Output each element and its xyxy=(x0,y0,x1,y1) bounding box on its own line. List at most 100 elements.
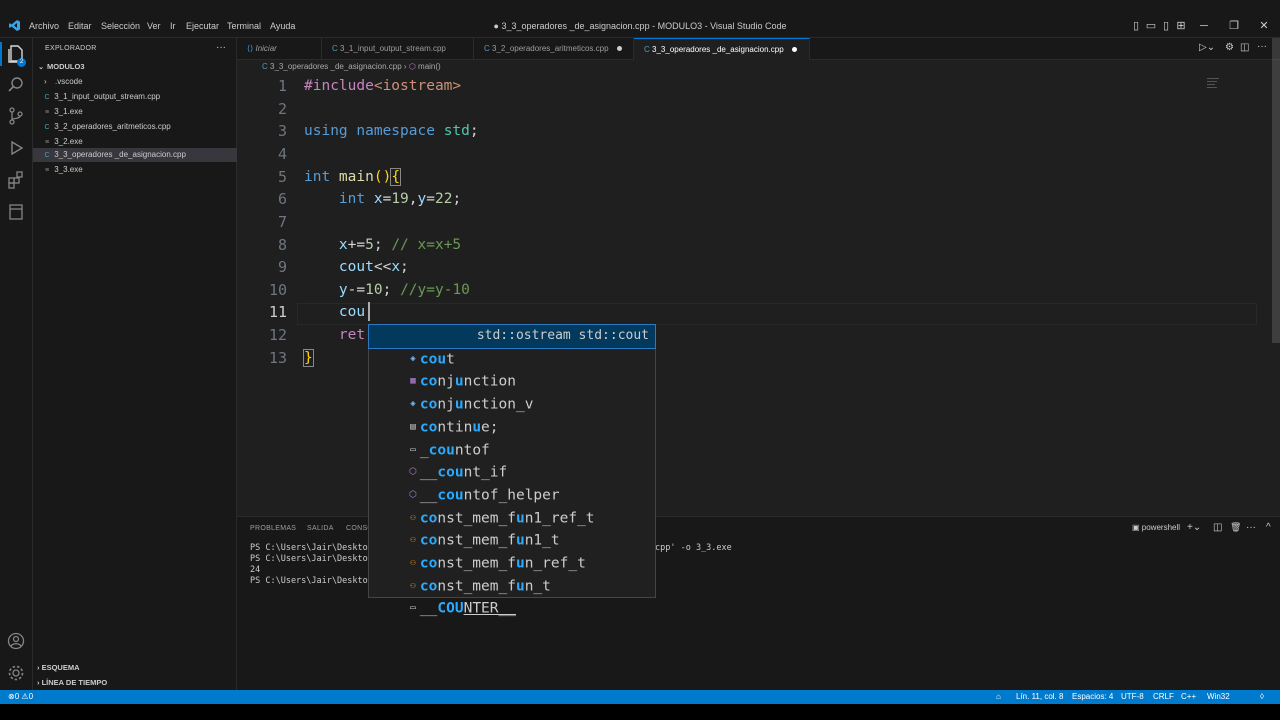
menu-ver[interactable]: Ver xyxy=(147,21,161,31)
breadcrumb-symbol[interactable]: main() xyxy=(418,62,441,71)
tree-item-3-3-exe[interactable]: ≡ 3_3.exe xyxy=(33,163,237,177)
suggestion-item[interactable]: ⚇ const_mem_fun1_ref_t xyxy=(369,484,655,526)
account-icon[interactable] xyxy=(6,631,26,651)
code-token: y xyxy=(304,282,348,298)
line-number: 3 xyxy=(277,122,287,140)
suggestion-item[interactable]: ▤ continue; xyxy=(369,393,655,435)
unsaved-dot-icon[interactable] xyxy=(791,47,797,53)
tree-item-3-3-cpp[interactable]: C 3_3_operadores _de_asignacion.cpp xyxy=(33,148,237,162)
timeline-section[interactable]: › LÍNEA DE TIEMPO xyxy=(37,678,107,687)
code-token: x xyxy=(391,259,401,275)
suggestion-item[interactable]: ◈ conjunction_v xyxy=(369,370,655,412)
more-actions-icon[interactable]: ··· xyxy=(1257,41,1267,52)
toggle-panel-icon[interactable]: ▭ xyxy=(1143,18,1159,34)
activity-bar: 2 xyxy=(0,38,33,690)
exe-file-icon: ≡ xyxy=(44,167,50,174)
extensions-icon[interactable] xyxy=(6,170,26,190)
tree-item-label: 3_2.exe xyxy=(54,137,83,146)
menu-seleccion[interactable]: Selección xyxy=(101,21,140,31)
problems-indicator[interactable]: ⊗0 ⚠0 xyxy=(8,690,33,704)
title-bar: Archivo Editar Selección Ver Ir Ejecutar… xyxy=(0,0,1280,38)
tab-problemas[interactable]: PROBLEMAS xyxy=(250,525,296,532)
outline-section[interactable]: › ESQUEMA xyxy=(37,663,80,672)
code-token: y xyxy=(417,191,427,207)
suggestion-item[interactable]: ⬡ __count_if xyxy=(369,439,655,481)
run-debug-icon[interactable] xyxy=(6,138,26,158)
code-token: 19 xyxy=(391,191,409,207)
folder-modulo3[interactable]: ⌄ MODULO3 xyxy=(33,60,237,74)
close-icon[interactable]: ✕ xyxy=(1256,18,1272,34)
menu-ejecutar[interactable]: Ejecutar xyxy=(186,21,219,31)
menu-terminal[interactable]: Terminal xyxy=(227,21,261,31)
tab-3-3-cpp[interactable]: C 3_3_operadores _de_asignacion.cpp xyxy=(634,38,810,60)
error-count: 0 xyxy=(14,692,20,701)
toggle-secondary-sidebar-icon[interactable]: ▯ xyxy=(1158,18,1174,34)
code-token: << xyxy=(373,259,392,275)
settings-gear-icon[interactable]: ⚙ xyxy=(1225,42,1234,53)
code-token: () xyxy=(373,169,392,185)
end-of-line[interactable]: CRLF xyxy=(1153,690,1174,704)
explorer-badge: 2 xyxy=(17,58,26,67)
code-token: ; xyxy=(469,123,479,139)
customize-layout-icon[interactable]: ⊞ xyxy=(1173,18,1189,34)
menu-editar[interactable]: Editar xyxy=(68,21,92,31)
minimap[interactable] xyxy=(1207,76,1221,90)
tree-item-3-1-cpp[interactable]: C 3_1_input_output_stream.cpp xyxy=(33,90,237,104)
menu-ayuda[interactable]: Ayuda xyxy=(270,21,295,31)
language-mode[interactable]: C++ xyxy=(1181,690,1196,704)
suggestion-item[interactable]: ◈ cout std::ostream std::cout xyxy=(368,324,656,367)
line-number: 8 xyxy=(277,236,287,254)
tab-salida[interactable]: SALIDA xyxy=(307,525,334,532)
video-letterbox xyxy=(0,704,1280,720)
settings-gear-icon[interactable] xyxy=(6,663,26,683)
notifications-icon[interactable]: ◊ xyxy=(1260,690,1264,704)
search-icon[interactable] xyxy=(6,75,26,95)
platform[interactable]: Win32 xyxy=(1207,690,1230,704)
shell-label: powershell xyxy=(1141,523,1181,532)
menu-archivo[interactable]: Archivo xyxy=(29,21,59,31)
minimize-icon[interactable]: ─ xyxy=(1196,18,1212,34)
cpp-file-icon: C xyxy=(484,44,490,53)
suggestion-item[interactable]: ⚇ const_mem_fun_t xyxy=(369,552,655,594)
suggestion-item[interactable]: ▦ conjunction xyxy=(369,348,655,390)
toggle-sidebar-icon[interactable]: ▯ xyxy=(1128,18,1144,34)
line-number: 7 xyxy=(277,213,287,231)
breadcrumb-file[interactable]: 3_3_operadores _de_asignacion.cpp xyxy=(270,62,402,71)
terminal-line-tail: cpp' -o 3_3.exe xyxy=(655,543,732,553)
terminal-profile[interactable]: ▣ powershell xyxy=(1132,523,1180,532)
unsaved-dot-icon[interactable] xyxy=(616,46,622,52)
tree-item-3-2-cpp[interactable]: C 3_2_operadores_aritmeticos.cpp xyxy=(33,120,237,134)
tree-item-3-2-exe[interactable]: ≡ 3_2.exe xyxy=(33,135,237,149)
explorer-sidebar: EXPLORADOR ··· ⌄ MODULO3 › .vscode C 3_1_i… xyxy=(33,38,237,690)
more-actions-icon[interactable]: ··· xyxy=(216,42,226,53)
indentation[interactable]: Espacios: 4 xyxy=(1072,690,1113,704)
suggestion-item[interactable]: ⬡ __countof_helper xyxy=(369,461,655,503)
suggestion-item[interactable]: ⚇ const_mem_fun_ref_t xyxy=(369,529,655,571)
suggestion-item[interactable]: ▭ _countof xyxy=(369,416,655,458)
suggestion-item[interactable]: ⚇ const_mem_fun1_t xyxy=(369,507,655,549)
maximize-panel-icon[interactable]: ^ xyxy=(1266,522,1271,533)
encoding[interactable]: UTF-8 xyxy=(1121,690,1144,704)
more-actions-icon[interactable]: ··· xyxy=(1246,522,1256,533)
remote-explorer-icon[interactable] xyxy=(6,202,26,222)
notifications-bell-icon[interactable]: ⌂ xyxy=(996,690,1001,704)
tab-iniciar[interactable]: ⟨⟩ Iniciar xyxy=(237,38,322,60)
trash-icon[interactable]: 🗑 xyxy=(1230,522,1241,533)
tree-item-3-1-exe[interactable]: ≡ 3_1.exe xyxy=(33,105,237,119)
split-editor-icon[interactable]: ◫ xyxy=(1240,42,1249,53)
tree-item-vscode[interactable]: › .vscode xyxy=(33,75,237,89)
editor-scrollbar[interactable] xyxy=(1272,38,1280,343)
warning-icon: ⚠ xyxy=(21,692,29,701)
cpp-file-icon: C xyxy=(332,44,338,53)
tab-3-1-cpp[interactable]: C 3_1_input_output_stream.cpp xyxy=(322,38,474,60)
source-control-icon[interactable] xyxy=(6,106,26,126)
suggestion-item[interactable]: ▭ __COUNTER__ xyxy=(369,575,655,617)
cursor-position[interactable]: Lín. 11, col. 8 xyxy=(1016,690,1063,704)
tab-3-2-cpp[interactable]: C 3_2_operadores_aritmeticos.cpp xyxy=(474,38,634,60)
new-terminal-icon[interactable]: +⌄ xyxy=(1187,522,1201,533)
menu-ir[interactable]: Ir xyxy=(170,21,176,31)
code-token: -= xyxy=(347,282,366,298)
split-terminal-icon[interactable]: ◫ xyxy=(1213,522,1222,533)
restore-icon[interactable]: ❐ xyxy=(1226,18,1242,34)
run-code-icon[interactable]: ▷⌄ xyxy=(1199,42,1215,53)
